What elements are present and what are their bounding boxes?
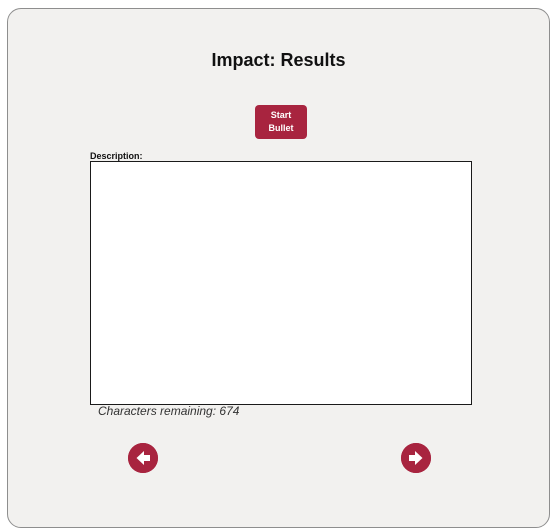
page-title: Impact: Results — [211, 50, 346, 70]
previous-button[interactable] — [128, 443, 158, 473]
arrow-right-circle-icon — [401, 443, 431, 473]
description-textarea[interactable] — [90, 161, 472, 405]
start-bullet-button[interactable]: Start Bullet — [255, 105, 307, 139]
next-button[interactable] — [401, 443, 431, 473]
arrow-left-circle-icon — [128, 443, 158, 473]
start-bullet-label-line2: Bullet — [268, 123, 294, 133]
description-label: Description: — [90, 151, 143, 161]
characters-remaining-count: 674 — [219, 404, 240, 418]
characters-remaining-label: Characters remaining: — [98, 404, 217, 418]
results-panel: Impact: Results Start Bullet Description… — [7, 8, 550, 528]
characters-remaining: Characters remaining: 674 — [98, 404, 239, 418]
start-bullet-label-line1: Start — [270, 110, 292, 120]
